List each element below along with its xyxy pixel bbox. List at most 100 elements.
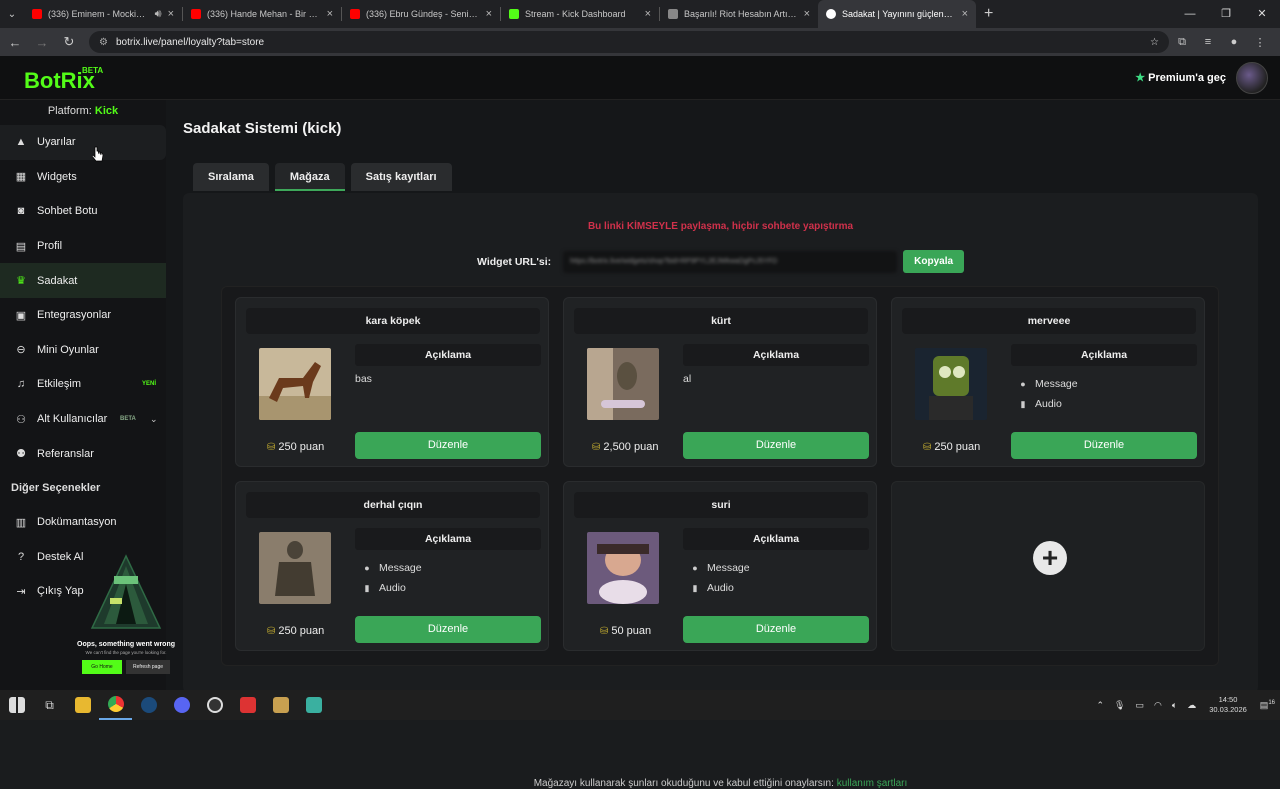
sidebar-item-sohbet-botu[interactable]: ◙ Sohbet Botu xyxy=(0,194,166,229)
sidebar-item-widgets[interactable]: ▦ Widgets xyxy=(0,160,166,195)
app-red-icon[interactable] xyxy=(231,690,264,720)
media-icon[interactable]: ≡ xyxy=(1195,36,1221,48)
reload-icon[interactable]: ↻ xyxy=(57,34,81,50)
profile-icon[interactable]: ● xyxy=(1221,36,1247,48)
clock[interactable]: 14:50 30.03.2026 xyxy=(1209,695,1247,715)
browser-tab[interactable]: (336) Ebru Gündeş - Seninle Çok × xyxy=(342,0,500,28)
close-tab-icon[interactable]: × xyxy=(486,8,492,20)
tab-satis-kayitlari[interactable]: Satış kayıtları xyxy=(350,163,452,191)
speaker-icon[interactable]: 🔊︎ xyxy=(155,8,162,21)
sidebar-item-mini-oyunlar[interactable]: ⊖ Mini Oyunlar xyxy=(0,333,166,368)
terms-link[interactable]: kullanım şartları xyxy=(837,778,908,789)
plus-icon[interactable]: + xyxy=(1033,541,1067,575)
sidebar-item-profil[interactable]: ▤ Profil xyxy=(0,229,166,264)
audio-feature: ▮ Audio xyxy=(1016,398,1062,410)
microphone-icon[interactable]: 🎙︎ xyxy=(1114,700,1125,711)
restore-icon[interactable]: ❐ xyxy=(1208,0,1244,28)
audio-file-icon: ▮ xyxy=(692,582,698,593)
bookmark-star-icon[interactable]: ☆ xyxy=(1150,37,1159,48)
avatar[interactable] xyxy=(1236,62,1268,94)
task-view-icon[interactable]: ⧉ xyxy=(33,690,66,720)
edit-button[interactable]: Düzenle xyxy=(683,616,869,643)
sidebar-item-uyarilar[interactable]: ▲ Uyarılar xyxy=(0,125,166,160)
sidebar-item-etkilesim[interactable]: ♫ Etkileşim YENİ xyxy=(0,367,166,402)
edit-button[interactable]: Düzenle xyxy=(355,432,541,459)
logout-icon: ⇥ xyxy=(16,585,26,598)
store-item-card: derhal çıqın Açıklama ● Message ▮ Audio ⛁ 2… xyxy=(235,481,549,651)
coins-icon: ⛁ xyxy=(592,441,601,453)
window-controls: — ❐ ✕ xyxy=(1172,0,1280,28)
item-name: suri xyxy=(574,492,868,518)
windows-start-icon[interactable] xyxy=(0,690,33,720)
browser-tab-bar: ⌄ (336) Eminem - Mockingbird 🔊︎ × (336) … xyxy=(0,0,1280,28)
copy-button[interactable]: Kopyala xyxy=(903,250,965,273)
audio-file-icon: ▮ xyxy=(364,582,370,593)
tab-siralama[interactable]: Sıralama xyxy=(193,163,269,191)
page: BotRix BETA ★ Premium'a geç Platform: Kic… xyxy=(0,56,1280,789)
sidebar-item-referanslar[interactable]: ⚉ Referanslar xyxy=(0,436,166,471)
volume-icon[interactable]: 🔈︎ xyxy=(1172,700,1177,711)
extensions-icon[interactable]: ⧉ xyxy=(1169,36,1195,49)
refresh-page-button[interactable]: Refresh page xyxy=(126,660,170,674)
trophy-icon: ♛ xyxy=(16,275,26,288)
site-info-icon[interactable]: ⚙ xyxy=(99,37,108,48)
url-field[interactable]: ⚙ botrix.live/panel/loyalty?tab=store ☆ xyxy=(89,31,1169,53)
widget-url-input[interactable]: https://botrix.live/widgets/shop?bid=RP9… xyxy=(563,250,898,273)
browser-tab[interactable]: Başarılı! Riot Hesabın Artık Platf × xyxy=(660,0,818,28)
new-tab-icon[interactable]: + xyxy=(984,5,993,23)
premium-button[interactable]: ★ Premium'a geç xyxy=(1135,71,1226,84)
close-tab-icon[interactable]: × xyxy=(962,8,968,20)
warning-icon: ▲ xyxy=(15,136,27,149)
tab-search-icon[interactable]: ⌄ xyxy=(0,9,24,20)
chrome-icon[interactable] xyxy=(99,690,132,720)
gamepad-icon: ⊖ xyxy=(16,344,26,357)
discord-icon[interactable] xyxy=(165,690,198,720)
browser-tab[interactable]: (336) Hande Mehan - Bir Hadise × xyxy=(183,0,341,28)
chevron-down-icon[interactable]: ⌄ xyxy=(150,414,158,425)
edit-button[interactable]: Düzenle xyxy=(355,616,541,643)
valorant-icon[interactable] xyxy=(297,690,330,720)
steam-icon[interactable] xyxy=(132,690,165,720)
sidebar-item-sadakat[interactable]: ♛ Sadakat xyxy=(0,263,166,298)
sidebar-item-dokumantasyon[interactable]: ▥ Dokümantasyon xyxy=(0,505,166,540)
loyalty-tabs: Sıralama Mağaza Satış kayıtları xyxy=(193,163,452,191)
close-tab-icon[interactable]: × xyxy=(804,8,810,20)
browser-tab[interactable]: Stream - Kick Dashboard × xyxy=(501,0,659,28)
obs-icon[interactable] xyxy=(198,690,231,720)
tab-magaza[interactable]: Mağaza xyxy=(274,163,345,191)
wifi-icon[interactable]: ◠ xyxy=(1154,700,1162,711)
browser-tab-active[interactable]: Sadakat | Yayınını güçlendirmek × xyxy=(818,0,976,28)
close-tab-icon[interactable]: × xyxy=(168,8,174,20)
chevron-up-icon[interactable]: ⌃ xyxy=(1096,700,1104,711)
battery-icon[interactable]: ▭ xyxy=(1135,700,1144,711)
browser-tab[interactable]: (336) Eminem - Mockingbird 🔊︎ × xyxy=(24,0,182,28)
top-bar: BotRix BETA ★ Premium'a geç xyxy=(0,56,1280,100)
add-item-card[interactable]: + xyxy=(891,481,1205,651)
edit-button[interactable]: Düzenle xyxy=(1011,432,1197,459)
integration-icon: ▣ xyxy=(15,309,27,322)
item-image-person xyxy=(587,532,659,604)
item-name: derhal çıqın xyxy=(246,492,540,518)
forward-icon[interactable]: → xyxy=(30,35,54,50)
minimize-icon[interactable]: — xyxy=(1172,0,1208,28)
other-options-heading: Diğer Seçenekler xyxy=(11,481,101,494)
menu-icon[interactable]: ⋮ xyxy=(1247,36,1273,49)
league-icon[interactable] xyxy=(264,690,297,720)
mouse-cursor-icon xyxy=(92,146,104,162)
edit-button[interactable]: Düzenle xyxy=(683,432,869,459)
sidebar-item-entegrasyonlar[interactable]: ▣ Entegrasyonlar xyxy=(0,298,166,333)
sidebar-item-alt-kullanicilar[interactable]: ⚇ Alt Kullanıcılar BETA ⌄ xyxy=(0,402,166,437)
users-icon: ⚇ xyxy=(16,413,26,426)
store-item-card: kara köpek Açıklama bas ⛁ 250 puan Düzenl… xyxy=(235,297,549,467)
file-explorer-icon[interactable] xyxy=(66,690,99,720)
page-title: Sadakat Sistemi (kick) xyxy=(183,120,342,137)
close-window-icon[interactable]: ✕ xyxy=(1244,0,1280,28)
chat-bubble-icon: ● xyxy=(364,563,370,573)
back-icon[interactable]: ← xyxy=(3,35,27,50)
notification-icon[interactable]: ▤16 xyxy=(1260,700,1275,711)
close-tab-icon[interactable]: × xyxy=(327,8,333,20)
close-tab-icon[interactable]: × xyxy=(645,8,651,20)
go-home-button[interactable]: Go Home xyxy=(82,660,122,674)
widget-url-label: Widget URL'si: xyxy=(477,255,552,268)
cloud-icon[interactable]: ☁ xyxy=(1187,700,1196,711)
